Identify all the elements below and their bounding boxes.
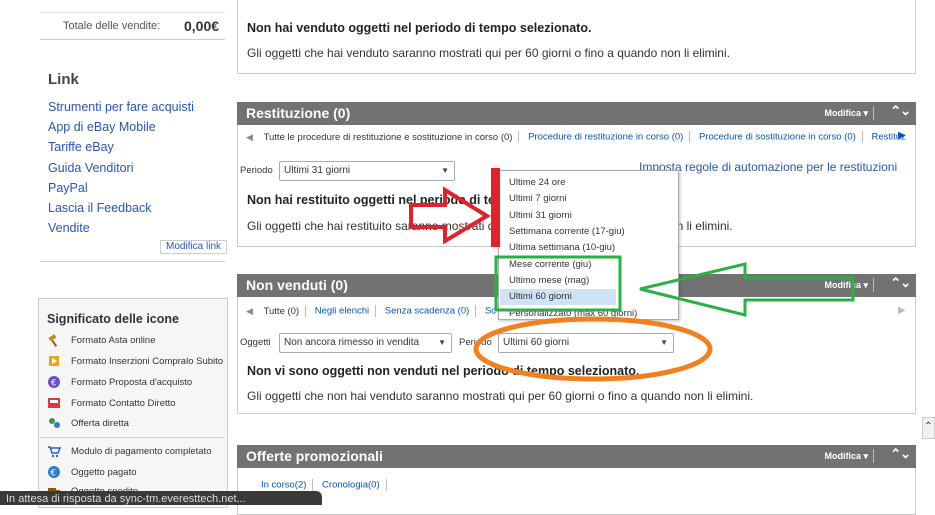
browser-status-bar: In attesa di risposta da sync-tm.everest… xyxy=(0,491,322,505)
red-bar-annotation xyxy=(491,168,500,247)
red-arrow-annotation xyxy=(409,186,491,245)
green-box-annotation xyxy=(494,255,622,312)
green-arrow-annotation xyxy=(639,262,855,317)
annotation-overlay xyxy=(409,168,855,382)
orange-ellipse-annotation xyxy=(473,316,713,382)
scroll-up-button[interactable]: ⌃ xyxy=(922,417,935,439)
